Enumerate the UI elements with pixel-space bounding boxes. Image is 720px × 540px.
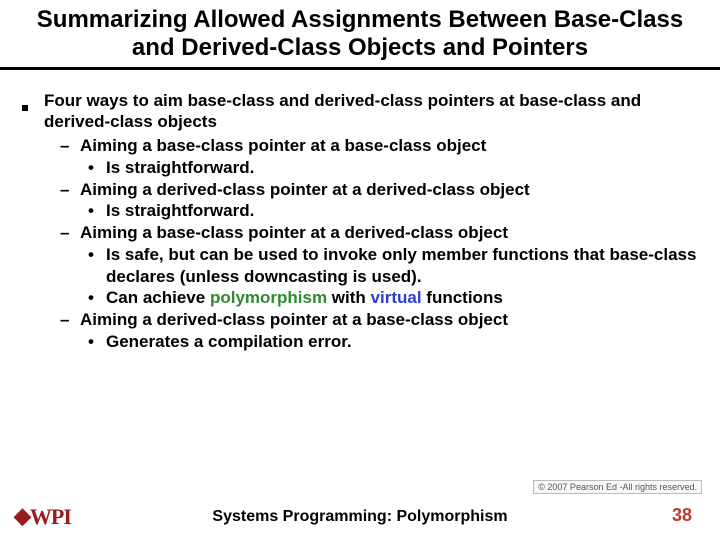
copyright-notice: © 2007 Pearson Ed -All rights reserved.	[533, 480, 702, 494]
page-number: 38	[672, 505, 692, 526]
item-heading: Aiming a derived-class pointer at a deri…	[80, 180, 530, 199]
list-item: Aiming a base-class pointer at a base-cl…	[80, 135, 710, 179]
main-line: Four ways to aim base-class and derived-…	[40, 90, 710, 134]
keyword-polymorphism: polymorphism	[210, 288, 327, 307]
slide-title: Summarizing Allowed Assignments Between …	[0, 0, 720, 70]
sub-item: Is safe, but can be used to invoke only …	[106, 244, 710, 288]
square-bullet-icon	[22, 105, 28, 111]
footer-title: Systems Programming: Polymorphism	[0, 508, 720, 526]
item-heading: Aiming a base-class pointer at a base-cl…	[80, 136, 486, 155]
keyword-virtual: virtual	[371, 288, 422, 307]
list-item: Aiming a derived-class pointer at a base…	[80, 309, 710, 353]
sub-item: Can achieve polymorphism with virtual fu…	[106, 287, 710, 309]
wpi-logo: ◆WPI	[14, 504, 71, 530]
logo-text: WPI	[30, 504, 71, 529]
item-heading: Aiming a base-class pointer at a derived…	[80, 223, 508, 242]
sub-item: Is straightforward.	[106, 200, 710, 222]
slide-body: Four ways to aim base-class and derived-…	[0, 70, 720, 353]
item-list: Aiming a base-class pointer at a base-cl…	[40, 135, 710, 353]
list-item: Aiming a base-class pointer at a derived…	[80, 222, 710, 309]
item-heading: Aiming a derived-class pointer at a base…	[80, 310, 508, 329]
sub-item: Is straightforward.	[106, 157, 710, 179]
list-item: Aiming a derived-class pointer at a deri…	[80, 179, 710, 223]
sub-item: Generates a compilation error.	[106, 331, 710, 353]
